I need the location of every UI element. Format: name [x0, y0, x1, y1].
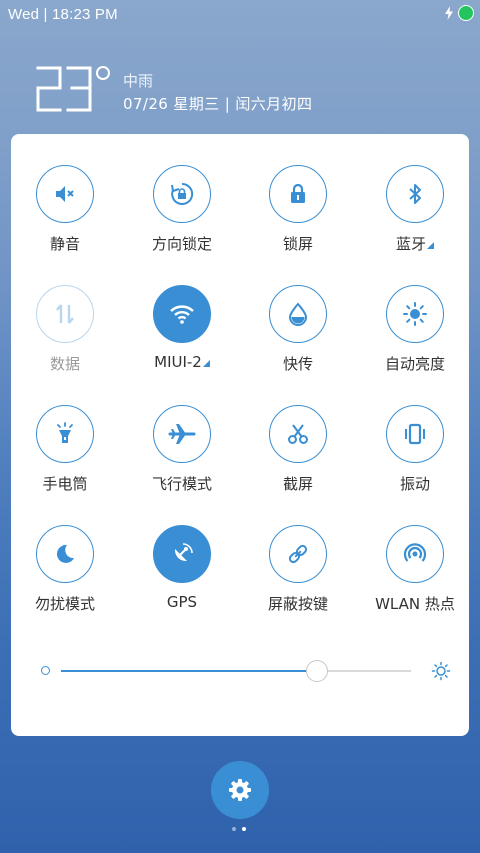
status-bar: Wed | 18:23 PM [0, 0, 480, 28]
tile-label: WLAN 热点 [375, 595, 455, 613]
tile-lock-screen[interactable]: 锁屏 [240, 165, 356, 275]
battery-icon [458, 5, 474, 21]
tile-auto-brightness[interactable]: 自动亮度 [357, 285, 473, 395]
quick-settings-panel: 静音 方向锁定 锁屏 蓝牙 数据 MIUI-2 快传 自动亮度 手电筒 飞行模式… [11, 134, 469, 736]
tile-label: 锁屏 [282, 235, 313, 253]
tile-label: 勿扰模式 [34, 595, 95, 613]
tile-circle[interactable] [386, 285, 444, 343]
weather-widget[interactable]: 23 中雨 07/26 星期三 | 闰六月初四 [34, 62, 454, 122]
tile-circle[interactable] [386, 405, 444, 463]
moon-icon [56, 544, 74, 563]
tile-label-text: 蓝牙 [395, 235, 426, 253]
tile-circle[interactable] [36, 525, 94, 583]
tile-label: MIUI-2 [124, 353, 240, 371]
tile-label: 截屏 [282, 475, 313, 493]
tile-circle[interactable] [36, 405, 94, 463]
flashlight-icon [57, 422, 73, 443]
scissors-icon [288, 424, 308, 444]
tile-circle[interactable] [386, 525, 444, 583]
brightness-high-icon [431, 661, 451, 681]
tile-circle[interactable] [269, 165, 327, 223]
drop-icon [288, 302, 308, 326]
rotation-lock-icon [171, 182, 194, 205]
tile-flashlight[interactable]: 手电筒 [7, 405, 123, 515]
settings-button[interactable] [211, 761, 269, 819]
vibrate-icon [405, 423, 425, 445]
brightness-slider[interactable] [41, 660, 451, 682]
tile-label: GPS [166, 593, 198, 611]
page-dot[interactable] [232, 827, 236, 831]
tile-screenshot[interactable]: 截屏 [240, 405, 356, 515]
tile-label-text: MIUI-2 [154, 353, 202, 371]
tile-label: 静音 [49, 235, 80, 253]
tile-wlan-hotspot[interactable]: WLAN 热点 [357, 525, 473, 635]
page-dot-active[interactable] [242, 827, 246, 831]
charging-bolt-icon [445, 6, 453, 20]
tile-mobile-data[interactable]: 数据 [7, 285, 123, 395]
tile-circle[interactable] [386, 165, 444, 223]
expand-arrow-icon[interactable] [427, 242, 434, 249]
tile-block-keys[interactable]: 屏蔽按键 [240, 525, 356, 635]
tile-circle[interactable] [153, 525, 211, 583]
airplane-icon [168, 424, 196, 444]
mute-icon [56, 186, 74, 202]
status-time: Wed | 18:23 PM [8, 6, 118, 23]
tile-label: 方向锁定 [151, 235, 212, 253]
tile-label: 手电筒 [42, 475, 88, 493]
lock-icon [291, 183, 305, 203]
brightness-fill [61, 670, 317, 672]
tile-circle[interactable] [36, 285, 94, 343]
mobile-data-icon [56, 304, 74, 324]
tile-circle[interactable] [269, 525, 327, 583]
tile-airplane[interactable]: 飞行模式 [124, 405, 240, 515]
brightness-thumb[interactable] [305, 660, 328, 682]
tile-circle[interactable] [153, 285, 211, 343]
bluetooth-icon [409, 184, 421, 204]
tile-label: 数据 [49, 355, 80, 373]
tile-quick-transfer[interactable]: 快传 [240, 285, 356, 395]
tile-circle[interactable] [153, 405, 211, 463]
tile-mute[interactable]: 静音 [7, 165, 123, 275]
tile-label: 自动亮度 [384, 355, 445, 373]
status-icons [444, 5, 474, 21]
tile-vibrate[interactable]: 振动 [357, 405, 473, 515]
tile-circle[interactable] [269, 285, 327, 343]
gps-icon [174, 543, 193, 562]
tile-circle[interactable] [36, 165, 94, 223]
tile-rotation-lock[interactable]: 方向锁定 [124, 165, 240, 275]
weather-condition: 中雨 [123, 72, 154, 90]
tile-wifi[interactable]: MIUI-2 [124, 285, 240, 395]
tile-label: 飞行模式 [151, 475, 212, 493]
date-line: 07/26 星期三 | 闰六月初四 [123, 95, 313, 113]
tile-circle[interactable] [153, 165, 211, 223]
tile-circle[interactable] [269, 405, 327, 463]
link-icon [288, 544, 308, 564]
hotspot-icon [403, 543, 427, 562]
wifi-icon [170, 305, 194, 324]
tile-gps[interactable]: GPS [124, 525, 240, 635]
tile-bluetooth[interactable]: 蓝牙 [357, 165, 473, 275]
tile-label: 屏蔽按键 [267, 595, 328, 613]
auto-brightness-icon [403, 302, 427, 326]
tile-label: 快传 [282, 355, 313, 373]
expand-arrow-icon[interactable] [202, 360, 210, 367]
gear-icon [229, 779, 251, 801]
page-indicator [232, 827, 246, 831]
degree-symbol [96, 66, 110, 80]
tile-label: 振动 [399, 475, 430, 493]
tile-do-not-disturb[interactable]: 勿扰模式 [7, 525, 123, 635]
tile-label: 蓝牙 [357, 233, 473, 254]
brightness-low-icon [41, 666, 50, 675]
brightness-track[interactable] [61, 660, 411, 682]
